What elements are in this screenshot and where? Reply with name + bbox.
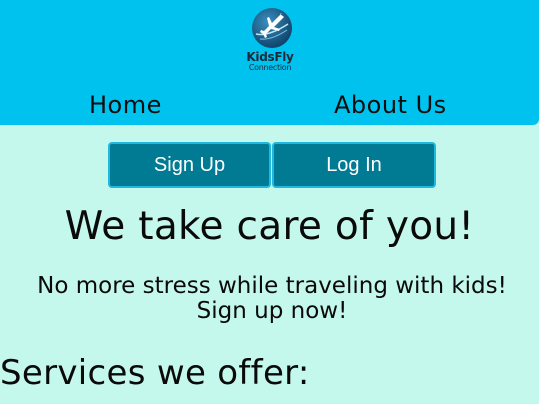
logo-name: KidsFly — [246, 50, 294, 64]
login-button[interactable]: Log In — [272, 142, 436, 188]
site-logo[interactable]: KidsFly Connection — [239, 4, 301, 76]
services-heading: Services we offer: — [0, 353, 310, 393]
logo-subtitle: Connection — [248, 63, 292, 72]
hero-subtitle-line1: No more stress while traveling with kids… — [37, 273, 507, 299]
hero-subtitle-line2: Sign up now! — [196, 298, 348, 324]
signup-button[interactable]: Sign Up — [108, 142, 271, 188]
hero-subtitle: No more stress while traveling with kids… — [0, 274, 539, 324]
logo-text: KidsFly Connection — [239, 51, 301, 72]
nav-home-link[interactable]: Home — [89, 90, 162, 120]
airplane-globe-icon — [252, 8, 292, 48]
site-header: KidsFly Connection Home About Us — [0, 0, 539, 125]
nav-about-link[interactable]: About Us — [334, 90, 447, 120]
hero-title: We take care of you! — [64, 204, 475, 249]
